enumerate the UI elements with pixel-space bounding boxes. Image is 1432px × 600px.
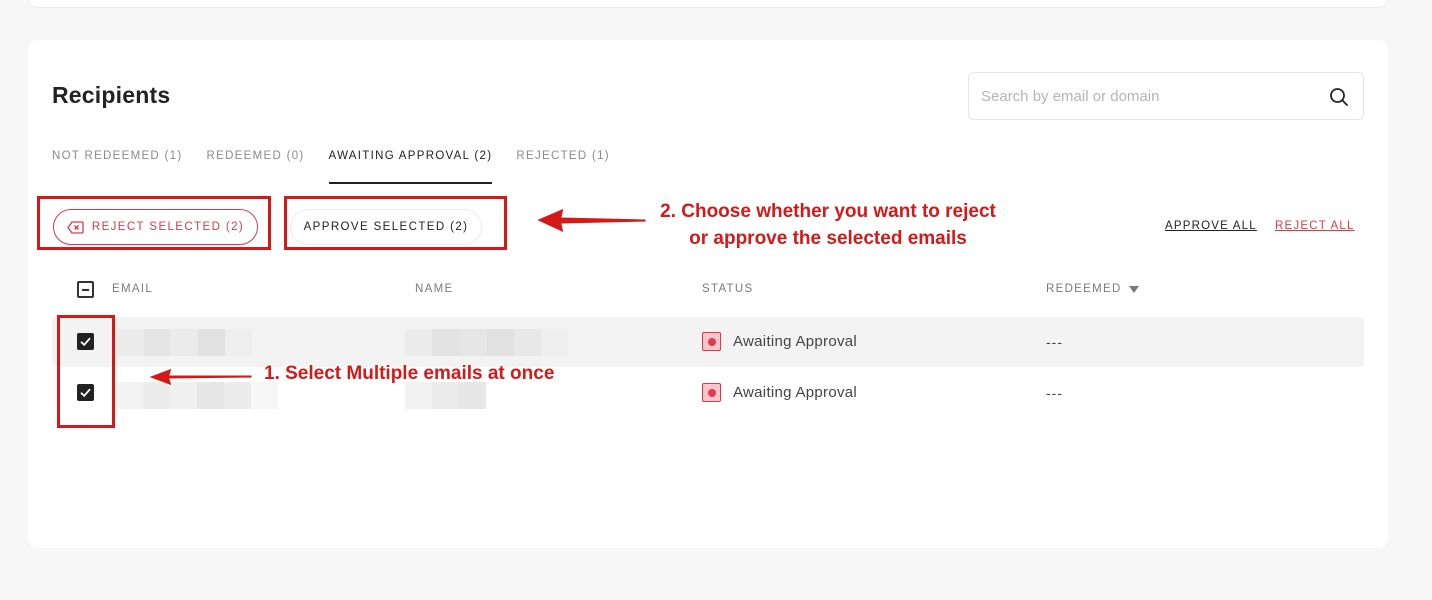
status-indicator-icon [702,332,721,351]
column-header-redeemed[interactable]: REDEEMED [1046,283,1139,295]
highlight-box-checkboxes [57,315,115,428]
tab-rejected[interactable]: REJECTED (1) [516,150,610,184]
previous-card [28,0,1388,8]
annotation-step-2-line-1: 2. Choose whether you want to reject [660,201,996,222]
tab-redeemed[interactable]: REDEEMED (0) [207,150,305,184]
status-indicator-icon [702,383,721,402]
reject-all-link[interactable]: REJECT ALL [1275,220,1355,232]
status-text: Awaiting Approval [733,333,858,350]
status-cell: Awaiting Approval [702,332,857,351]
column-header-name[interactable]: NAME [415,283,453,295]
redeemed-value: --- [1046,334,1063,350]
highlight-box-approve [284,196,507,250]
email-cell-redacted [116,329,278,356]
column-header-email[interactable]: EMAIL [112,283,153,295]
column-header-redeemed-label: REDEEMED [1046,283,1122,295]
status-tabs: NOT REDEEMED (1) REDEEMED (0) AWAITING A… [52,150,634,184]
name-cell-redacted [405,329,568,356]
annotation-arrow-icon [536,207,647,234]
page-title: Recipients [52,82,171,108]
select-all-checkbox[interactable] [77,281,94,298]
annotation-step-2: 2. Choose whether you want to reject or … [648,198,1008,252]
recipients-card: Recipients NOT REDEEMED (1) REDEEMED (0)… [28,40,1388,548]
highlight-box-reject [37,196,271,250]
tab-awaiting-approval[interactable]: AWAITING APPROVAL (2) [328,150,493,184]
status-cell: Awaiting Approval [702,383,857,402]
status-text: Awaiting Approval [733,384,858,401]
annotation-arrow-icon [148,367,253,387]
approve-all-link[interactable]: APPROVE ALL [1165,220,1257,232]
search-icon[interactable] [1329,87,1349,107]
search-box[interactable] [968,72,1364,120]
search-input[interactable] [981,73,1311,119]
redeemed-value: --- [1046,385,1063,401]
tab-not-redeemed[interactable]: NOT REDEEMED (1) [52,150,183,184]
annotation-step-2-line-2: or approve the selected emails [689,228,967,249]
table-row[interactable]: Awaiting Approval --- [52,317,1364,367]
column-header-status[interactable]: STATUS [702,283,753,295]
sort-down-icon[interactable] [1128,285,1139,293]
annotation-step-1: 1. Select Multiple emails at once [264,363,555,384]
